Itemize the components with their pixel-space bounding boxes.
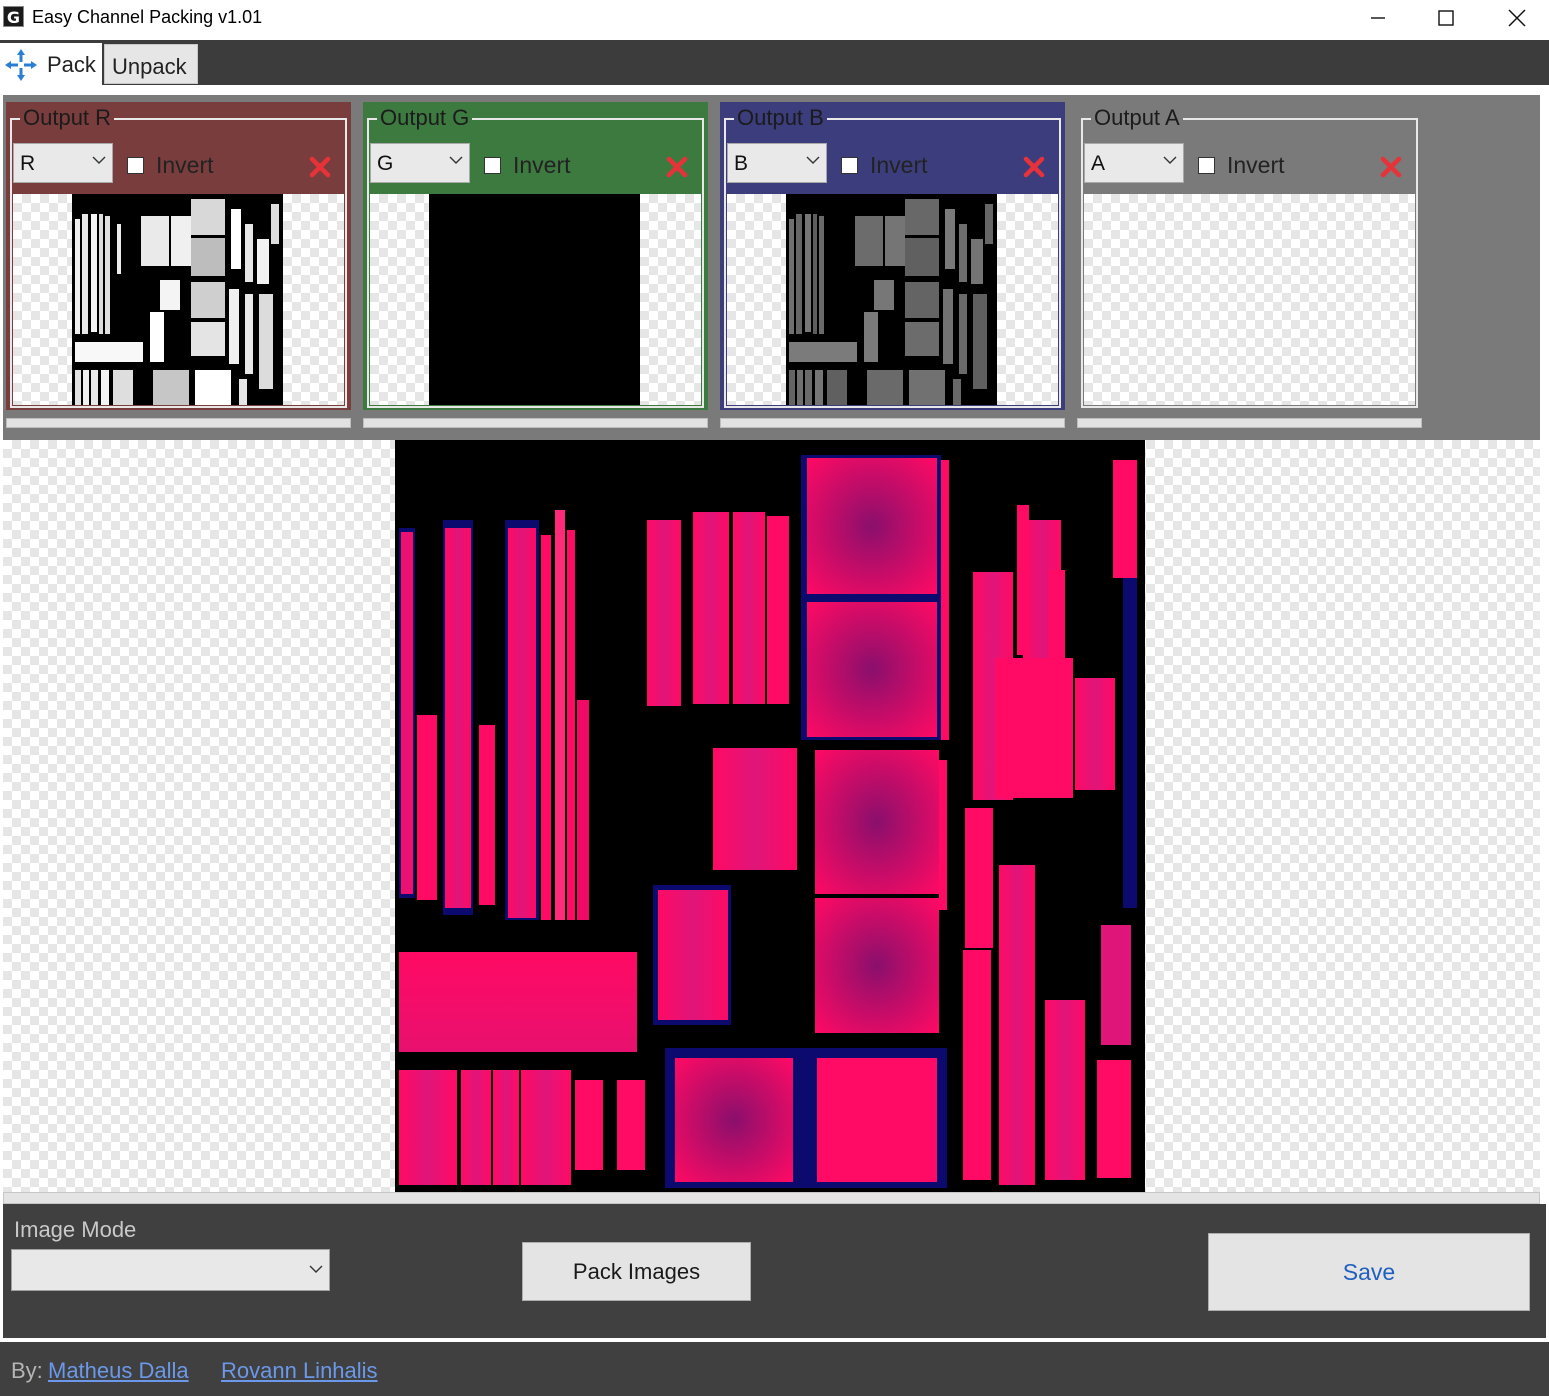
output-a-group: Output A A Invert [1077,102,1422,428]
chevron-down-icon [1163,156,1177,164]
maximize-button[interactable] [1411,0,1481,36]
image-mode-select[interactable] [11,1249,330,1291]
output-r-channel-select[interactable]: R [13,143,113,183]
output-r-invert-label: Invert [156,152,214,178]
close-button[interactable] [1482,0,1549,36]
output-a-invert-checkbox[interactable] [1198,157,1215,174]
output-g-channel-select[interactable]: G [370,143,470,183]
output-b-remove-icon[interactable] [1023,156,1045,178]
output-a-remove-icon[interactable] [1380,156,1402,178]
pack-arrows-icon [5,49,37,81]
title-bar: G Easy Channel Packing v1.01 [0,0,1549,38]
bottom-controls: Image Mode Pack Images Save [3,1204,1546,1338]
pack-images-button[interactable]: Pack Images [522,1242,751,1301]
output-b-legend: Output B [734,105,827,131]
output-r-texture [72,194,283,405]
channels-panel: Output R R Invert Output G G Invert Outp… [3,95,1540,440]
footer: By: Matheus Dalla Rovann Linhalis [0,1342,1549,1396]
output-g-invert-checkbox[interactable] [484,157,501,174]
output-g-channel-value: G [377,152,394,175]
output-b-channel-select[interactable]: B [727,143,827,183]
output-r-preview[interactable] [13,194,344,405]
close-icon [1508,9,1526,27]
author-link-matheus[interactable]: Matheus Dalla [48,1358,189,1384]
output-r-legend: Output R [20,105,115,131]
output-a-preview[interactable] [1084,194,1415,405]
output-a-invert-label: Invert [1227,152,1285,178]
output-b-invert-checkbox[interactable] [841,157,858,174]
tab-unpack[interactable]: Unpack [104,44,198,84]
output-g-group: Output G G Invert [363,102,708,428]
packed-texture [395,440,1145,1192]
chevron-down-icon [92,156,106,164]
app-icon: G [3,6,24,27]
output-a-channel-value: A [1091,152,1106,175]
chevron-down-icon [449,156,463,164]
output-r-group: Output R R Invert [6,102,351,428]
output-r-invert-checkbox[interactable] [127,157,144,174]
output-g-remove-icon[interactable] [666,156,688,178]
minimize-button[interactable] [1343,0,1413,36]
tab-pack[interactable]: Pack [0,43,102,85]
output-b-invert-label: Invert [870,152,928,178]
chevron-down-icon [806,156,820,164]
output-b-texture [786,194,997,405]
output-b-group: Output B B Invert [720,102,1065,428]
output-r-remove-icon[interactable] [309,156,331,178]
output-b-channel-value: B [734,152,749,175]
minimize-icon [1371,17,1385,19]
output-g-legend: Output G [377,105,473,131]
output-g-slider-track[interactable] [363,418,708,428]
preview-slider-track[interactable] [3,1192,1540,1204]
author-link-rovann[interactable]: Rovann Linhalis [221,1358,378,1384]
packed-image-preview [3,440,1540,1192]
tab-unpack-label: Unpack [112,54,187,79]
output-a-legend: Output A [1091,105,1183,131]
output-g-invert-label: Invert [513,152,571,178]
pack-page: Output R R Invert Output G G Invert Outp… [0,85,1549,1342]
tab-pack-label: Pack [47,52,96,77]
credits-label: By: [11,1358,43,1383]
output-r-slider-track[interactable] [6,418,351,428]
output-b-preview[interactable] [727,194,1058,405]
output-g-texture [429,194,640,405]
output-a-channel-select[interactable]: A [1084,143,1184,183]
output-g-preview[interactable] [370,194,701,405]
output-b-slider-track[interactable] [720,418,1065,428]
output-r-channel-value: R [20,152,36,175]
output-a-slider-track[interactable] [1077,418,1422,428]
maximize-icon [1438,10,1454,26]
window-title: Easy Channel Packing v1.01 [32,7,263,27]
image-mode-label: Image Mode [14,1217,137,1242]
chevron-down-icon [309,1265,323,1273]
tab-strip: Pack Unpack [0,40,1549,85]
save-button[interactable]: Save [1208,1233,1530,1311]
